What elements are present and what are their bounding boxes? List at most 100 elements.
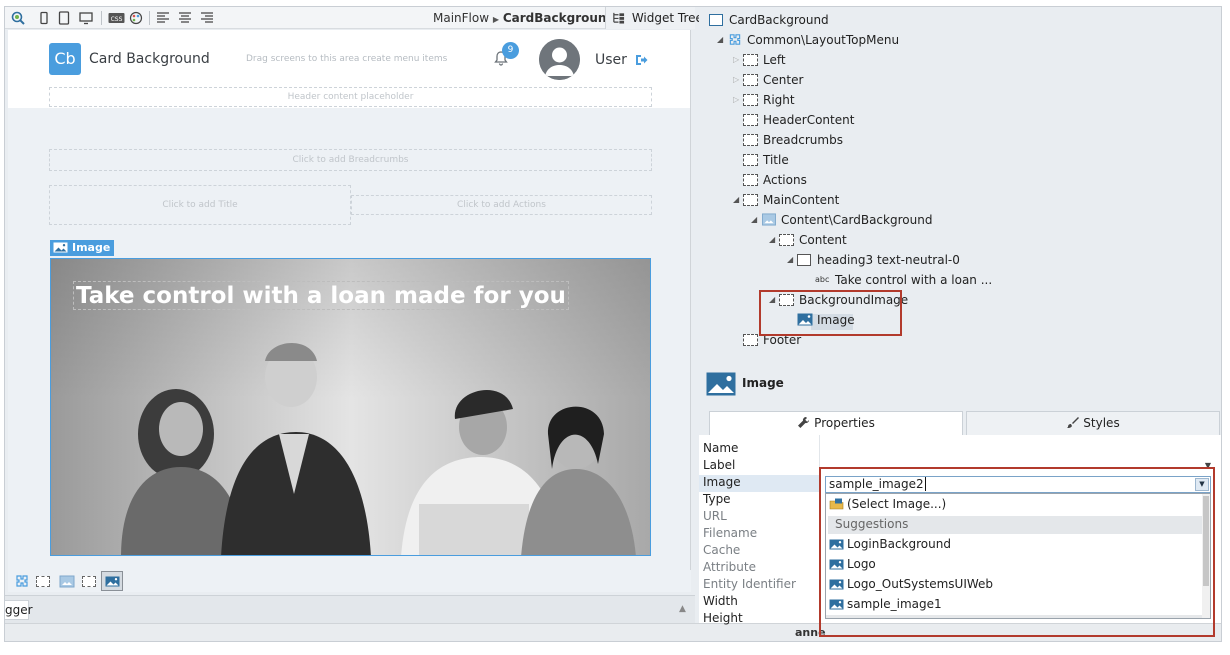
- tree-label: Breadcrumbs: [763, 133, 843, 147]
- phone-icon[interactable]: [37, 11, 51, 25]
- breadcrumb-flow[interactable]: MainFlow: [433, 11, 489, 25]
- properties-widget-title: Image: [742, 376, 784, 390]
- collapsed-arrow-icon[interactable]: ▷: [733, 75, 739, 84]
- image-icon: [706, 372, 736, 396]
- align-right-icon[interactable]: [200, 11, 214, 25]
- placeholder-icon: [743, 154, 758, 166]
- align-left-icon[interactable]: [156, 11, 170, 25]
- tree-label: Title: [763, 153, 789, 167]
- canvas-toolbar: CSS MainFlow ▶ CardBackground Widget Tre…: [5, 7, 703, 29]
- menu-drop-hint[interactable]: Drag screens to this area create menu it…: [246, 54, 447, 64]
- prop-cache[interactable]: Cache: [699, 543, 819, 560]
- header-content-placeholder[interactable]: Header content placeholder: [49, 87, 652, 107]
- hero-heading[interactable]: Take control with a loan made for you: [73, 281, 569, 310]
- prop-filename[interactable]: Filename: [699, 526, 819, 543]
- placeholder-icon: [743, 174, 758, 186]
- desktop-icon[interactable]: [79, 11, 93, 25]
- screen-canvas[interactable]: Cb Card Background Drag screens to this …: [8, 30, 691, 570]
- tablet-icon[interactable]: [57, 11, 71, 25]
- tree-label: Common\LayoutTopMenu: [747, 33, 900, 47]
- svg-text:CSS: CSS: [111, 16, 123, 23]
- tree-label: Center: [763, 73, 804, 87]
- container-icon: [779, 234, 794, 246]
- tree-label: Left: [763, 53, 786, 67]
- placeholder-icon: [743, 194, 758, 206]
- user-name[interactable]: User: [595, 52, 627, 68]
- image-selected-button[interactable]: [101, 571, 123, 591]
- prop-type[interactable]: Type: [699, 492, 819, 509]
- tree-label: heading3 text-neutral-0: [817, 253, 960, 267]
- container-icon: [797, 254, 811, 266]
- background-container-icon[interactable]: [82, 576, 96, 587]
- image-widget-tag[interactable]: Image: [50, 240, 115, 256]
- placeholder-icon: [743, 54, 758, 66]
- content-block-icon: [762, 213, 776, 226]
- block-icon: [729, 34, 741, 45]
- debugger-tab[interactable]: gger: [5, 600, 33, 620]
- actions-placeholder[interactable]: Click to add Actions: [351, 195, 652, 215]
- logout-icon[interactable]: [635, 54, 648, 66]
- prop-name[interactable]: Name: [699, 441, 819, 458]
- service-studio-window: CSS MainFlow ▶ CardBackground Widget Tre…: [4, 6, 1222, 642]
- expanded-arrow-icon[interactable]: ◢: [751, 215, 757, 224]
- tree-label: Right: [763, 93, 795, 107]
- image-icon: [105, 576, 120, 587]
- placeholder-icon: [743, 94, 758, 106]
- app-title: Card Background: [89, 51, 210, 67]
- widget-selection-bar: [8, 570, 691, 592]
- notification-badge: 9: [502, 42, 519, 59]
- tree-label: Content: [799, 233, 847, 247]
- placeholder-icon: [743, 134, 758, 146]
- title-placeholder[interactable]: Click to add Title: [49, 185, 351, 225]
- content-block-icon[interactable]: [59, 574, 75, 588]
- prop-height[interactable]: Height: [699, 611, 819, 628]
- tree-highlight-box: [759, 290, 902, 336]
- expand-panel-icon[interactable]: ▲: [679, 604, 686, 614]
- tab-properties[interactable]: Properties: [709, 411, 963, 435]
- placeholder-icon: [743, 334, 758, 346]
- expanded-arrow-icon[interactable]: ◢: [769, 235, 775, 244]
- toolbar-separator: [101, 11, 102, 25]
- preview-icon[interactable]: [11, 11, 25, 25]
- collapsed-arrow-icon[interactable]: ▷: [733, 95, 739, 104]
- screen-icon: [709, 14, 723, 26]
- placeholder-icon: [743, 114, 758, 126]
- widget-tree-tab-label: Widget Tree: [631, 11, 703, 25]
- tab-properties-label: Properties: [814, 416, 875, 430]
- prop-width[interactable]: Width: [699, 594, 819, 611]
- image-property-highlight-box: [819, 467, 1215, 637]
- tree-label: Actions: [763, 173, 807, 187]
- expanded-arrow-icon[interactable]: ◢: [733, 195, 739, 204]
- align-center-icon[interactable]: [178, 11, 192, 25]
- expanded-arrow-icon[interactable]: ◢: [717, 35, 723, 44]
- prop-label[interactable]: Label: [699, 458, 819, 475]
- toolbar-separator: [149, 11, 150, 25]
- image-icon: [53, 242, 68, 253]
- image-widget-tag-label: Image: [72, 241, 111, 254]
- widget-tree-tab[interactable]: Widget Tree: [605, 7, 703, 29]
- background-image[interactable]: Take control with a loan made for you: [50, 258, 651, 556]
- breadcrumbs-placeholder[interactable]: Click to add Breadcrumbs: [49, 149, 652, 171]
- app-logo[interactable]: Cb: [49, 43, 81, 75]
- block-icon[interactable]: [14, 574, 30, 588]
- container-icon[interactable]: [36, 576, 50, 587]
- app-header: Cb Card Background Drag screens to this …: [8, 30, 690, 108]
- expanded-arrow-icon[interactable]: ◢: [787, 255, 793, 264]
- properties-header: Image: [699, 359, 1221, 407]
- collapsed-arrow-icon[interactable]: ▷: [733, 55, 739, 64]
- tree-icon: [613, 12, 625, 24]
- prop-url[interactable]: URL: [699, 509, 819, 526]
- chevron-right-icon: ▶: [492, 15, 500, 24]
- tab-styles[interactable]: Styles: [966, 411, 1220, 435]
- prop-attribute[interactable]: Attribute: [699, 560, 819, 577]
- breadcrumb-screen[interactable]: CardBackground: [503, 11, 615, 25]
- text-icon: abc: [815, 275, 830, 284]
- properties-tabs: Properties Styles: [699, 407, 1221, 435]
- prop-image[interactable]: Image: [699, 475, 819, 492]
- tree-label: HeaderContent: [763, 113, 855, 127]
- brush-icon: [1067, 417, 1080, 428]
- avatar[interactable]: [539, 39, 580, 80]
- css-icon[interactable]: CSS: [108, 11, 125, 25]
- prop-entity-identifier[interactable]: Entity Identifier: [699, 577, 819, 594]
- theme-palette-icon[interactable]: [129, 11, 143, 25]
